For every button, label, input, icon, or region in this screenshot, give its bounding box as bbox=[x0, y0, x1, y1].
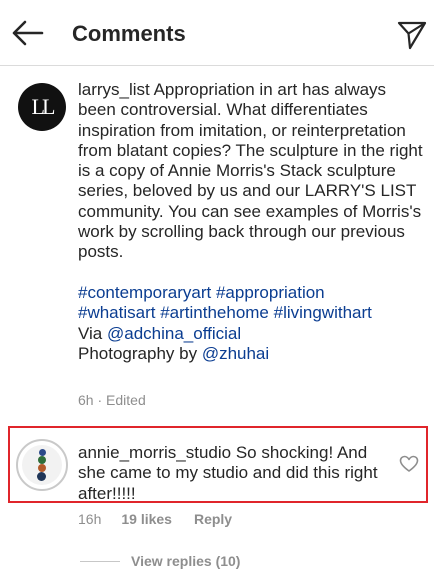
post-caption: larrys_list Appropriation in art has alw… bbox=[78, 80, 423, 364]
photo-prefix: Photography by bbox=[78, 343, 202, 363]
reply-button[interactable]: Reply bbox=[194, 510, 232, 528]
hashtags-line-1[interactable]: #contemporaryart #appropriation bbox=[78, 283, 325, 302]
share-button[interactable] bbox=[396, 18, 428, 50]
meta-separator: · bbox=[93, 392, 107, 408]
page-title: Comments bbox=[72, 21, 186, 46]
top-bar: Comments bbox=[0, 0, 434, 66]
avatar-monogram: LL bbox=[31, 94, 56, 119]
view-replies-divider bbox=[80, 561, 120, 562]
stack-ball-3 bbox=[38, 464, 46, 472]
caption-username[interactable]: larrys_list bbox=[78, 80, 150, 99]
via-handle[interactable]: @adchina_official bbox=[107, 324, 241, 343]
hashtags-line-2[interactable]: #whatisart #artinthehome #livingwithart bbox=[78, 303, 372, 322]
via-prefix: Via bbox=[78, 323, 107, 343]
avatar-image bbox=[22, 445, 62, 485]
reply-username[interactable]: annie_morris_studio bbox=[78, 443, 231, 462]
stack-ball-2 bbox=[38, 456, 46, 464]
reply-meta: 16h 19 likes Reply bbox=[78, 510, 232, 528]
stack-ball-1 bbox=[39, 449, 46, 456]
view-replies-link[interactable]: View replies (10) bbox=[131, 552, 240, 570]
photo-handle[interactable]: @zhuhai bbox=[202, 344, 269, 363]
caption-meta: 6h · Edited bbox=[78, 391, 146, 409]
like-button[interactable] bbox=[399, 454, 419, 474]
reply-comment: annie_morris_studio So shocking! And she… bbox=[78, 443, 398, 504]
paper-plane-icon bbox=[397, 21, 427, 50]
caption-time: 6h bbox=[78, 392, 94, 408]
avatar-larrys-list[interactable]: LL bbox=[18, 83, 66, 131]
reply-likes[interactable]: 19 likes bbox=[121, 510, 172, 528]
caption-edited: Edited bbox=[106, 392, 146, 408]
stack-ball-4 bbox=[37, 472, 46, 481]
caption-text: Appropriation in art has always been con… bbox=[78, 80, 423, 262]
heart-outline-icon bbox=[399, 455, 419, 472]
reply-time: 16h bbox=[78, 511, 102, 527]
avatar-annie-morris-studio[interactable] bbox=[16, 439, 68, 491]
back-button[interactable] bbox=[10, 18, 44, 48]
arrow-left-icon bbox=[12, 20, 44, 46]
